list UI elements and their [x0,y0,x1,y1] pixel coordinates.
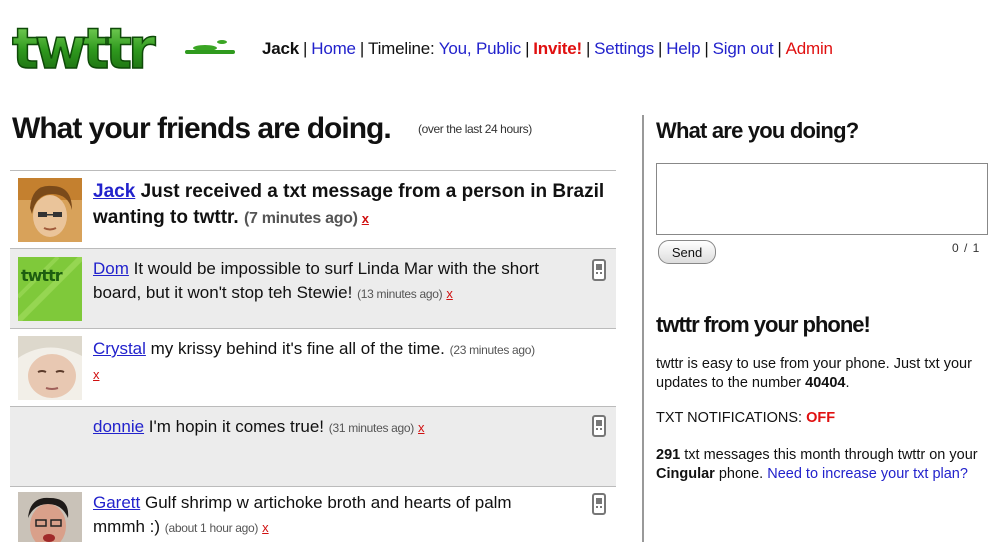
increase-txt-plan-link[interactable]: Need to increase your txt plan? [767,466,968,482]
twttr-logo[interactable]: twttr [10,12,240,82]
status-item: twttr Dom It would be impossible to surf… [10,248,616,328]
status-item: Crystal my krissy behind it's fine all o… [10,328,616,406]
delete-status-link[interactable]: x [262,520,269,535]
avatar[interactable]: twttr [18,257,82,321]
page-title-note: (over the last 24 hours) [418,122,532,136]
svg-text:twttr: twttr [21,266,63,285]
phone-icon [592,493,606,515]
nav-help-link[interactable]: Help [666,39,700,58]
phone-description: twttr is easy to use from your phone. Ju… [656,356,972,391]
status-author-link[interactable]: Crystal [93,339,146,358]
status-body: Dom It would be impossible to surf Linda… [93,257,563,306]
status-item: Garett Gulf shrimp w artichoke broth and… [10,486,616,542]
delete-status-link[interactable]: x [418,420,425,435]
status-message: I'm hopin it comes true! [148,417,325,436]
avatar[interactable] [18,336,82,400]
nav-timeline-public-link[interactable]: Public [476,39,521,58]
character-counter: 0 / 1 [952,241,981,255]
phone-icon [592,259,606,281]
status-timestamp[interactable]: (31 minutes ago) [329,421,415,435]
update-prompt-title: What are you doing? [656,118,859,143]
status-author-link[interactable]: Dom [93,259,129,278]
status-body: Garett Gulf shrimp w artichoke broth and… [93,491,563,540]
status-update-input[interactable] [656,163,988,235]
nav-admin-link[interactable]: Admin [786,39,833,58]
status-timestamp[interactable]: (7 minutes ago) [244,210,358,227]
nav-invite-link[interactable]: Invite! [533,39,582,58]
delete-status-link[interactable]: x [446,286,453,301]
avatar[interactable] [18,492,82,542]
message-count: 291 [656,447,681,463]
send-button[interactable]: Send [658,240,716,264]
page-title: What your friends are doing. [12,112,392,145]
status-body: donnie I'm hopin it comes true! (31 minu… [93,415,563,440]
status-item: Jack Just received a txt message from a … [10,170,616,248]
txt-usage: 291 txt messages this month through twtt… [656,447,978,482]
status-body: Crystal my krissy behind it's fine all o… [93,337,613,387]
status-message: my krissy behind it's fine all of the ti… [150,339,445,358]
phone-section-title: twttr from your phone! [656,312,871,337]
carrier-name: Cingular [656,466,715,482]
status-item: donnie I'm hopin it comes true! (31 minu… [10,406,616,486]
status-message: It would be impossible to surf Linda Mar… [93,259,540,302]
avatar[interactable] [18,178,82,242]
status-timestamp[interactable]: (23 minutes ago) [450,343,536,357]
delete-status-link[interactable]: x [93,367,100,382]
delete-status-link[interactable]: x [362,211,369,226]
column-divider [642,115,644,542]
status-timestamp[interactable]: (13 minutes ago) [357,287,443,301]
phone-icon [592,415,606,437]
status-timestamp[interactable]: (about 1 hour ago) [165,521,259,535]
txt-notifications: TXT NOTIFICATIONS: OFF [656,410,836,426]
svg-text:twttr: twttr [12,17,156,82]
nav-signout-link[interactable]: Sign out [713,39,774,58]
nav-timeline-label: Timeline: [368,39,435,58]
notifications-toggle[interactable]: OFF [806,410,835,426]
status-author-link[interactable]: donnie [93,417,144,436]
top-nav: Jack | Home | Timeline: You, Public | Invite! |… [262,39,833,58]
status-author-link[interactable]: Jack [93,181,135,202]
phone-number: 40404 [805,375,846,391]
nav-timeline-you-link[interactable]: You, [439,39,472,58]
nav-settings-link[interactable]: Settings [594,39,654,58]
status-author-link[interactable]: Garett [93,493,140,512]
nav-username: Jack [262,39,300,58]
nav-home-link[interactable]: Home [311,39,356,58]
status-body: Jack Just received a txt message from a … [93,179,608,232]
status-message: Gulf shrimp w artichoke broth and hearts… [93,493,512,536]
